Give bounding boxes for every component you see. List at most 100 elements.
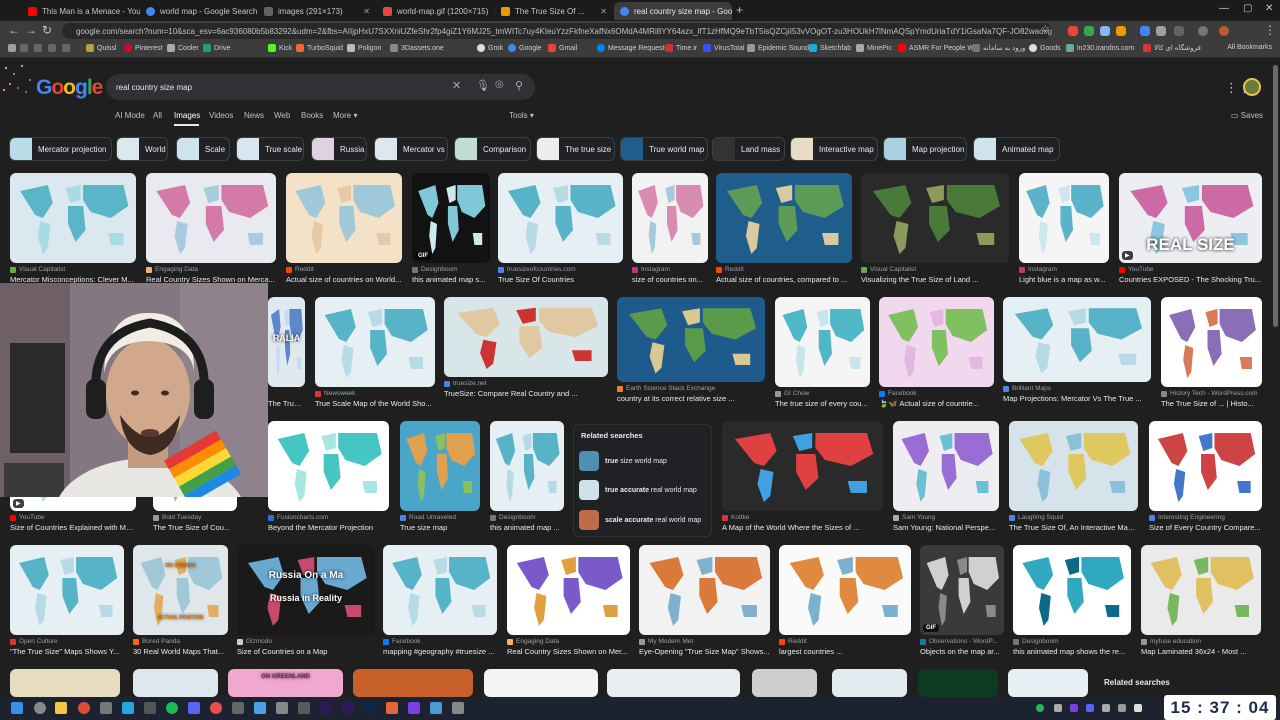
result-thumbnail[interactable]: Russia On a Ma Russia in Reality	[237, 545, 375, 635]
apps-icon[interactable]	[8, 44, 16, 52]
result-title[interactable]: Size of Countries on a Map	[237, 647, 375, 656]
image-result[interactable]: Engaging Data Real Country Sizes Shown on…	[146, 173, 276, 289]
chip-map-projection[interactable]: Map projection	[883, 137, 967, 161]
image-result[interactable]: GIF Designboom this animated map s...	[412, 173, 490, 289]
result-source[interactable]: Observations - WordP...	[920, 638, 1004, 645]
minimize-icon[interactable]: —	[1219, 3, 1229, 14]
result-source[interactable]: Gizmodo	[237, 638, 375, 645]
image-result[interactable]: Engaging Data Real Country Sizes Shown on…	[507, 545, 630, 661]
saves-button[interactable]: ▭ Saves	[1231, 111, 1263, 120]
result-thumbnail[interactable]	[1141, 545, 1261, 635]
result-thumbnail[interactable]	[146, 173, 276, 263]
chip-mercator-vs[interactable]: Mercator vs	[374, 137, 448, 161]
result-thumbnail[interactable]	[353, 669, 473, 697]
account-avatar-icon[interactable]	[1219, 26, 1229, 36]
app-icon[interactable]	[430, 702, 442, 714]
result-source[interactable]: Interesting Engineering	[1149, 514, 1262, 521]
result-thumbnail[interactable]	[490, 421, 564, 511]
bookmark-grok[interactable]: Grok	[477, 44, 503, 52]
result-title[interactable]: Size of Every Country Compare...	[1149, 523, 1262, 532]
star-icon[interactable]: ☆	[1041, 24, 1050, 35]
result-title[interactable]: TrueSize: Compare Real Country and ...	[444, 389, 608, 398]
result-title[interactable]: largest countries ...	[779, 647, 911, 656]
bookmark-icon[interactable]	[34, 44, 42, 52]
tab-real-country-size[interactable]: real country size map - Googl ✕	[614, 2, 732, 20]
extension-icon[interactable]	[1100, 26, 1110, 36]
blender-icon[interactable]	[386, 702, 398, 714]
tray-icon[interactable]	[1036, 704, 1044, 712]
image-result[interactable]: Facebook mapping #geography #truesize ...	[383, 545, 497, 661]
result-source[interactable]: Kottke	[722, 514, 883, 521]
bookmark-icon[interactable]	[62, 44, 70, 52]
chip-land-mass[interactable]: Land mass	[712, 137, 785, 161]
tab-more[interactable]: More ▾	[333, 111, 357, 120]
result-source[interactable]: History Tech - WordPress.com	[1161, 390, 1262, 397]
bookmark-sketchfab[interactable]: Sketchfab	[809, 44, 851, 52]
close-icon[interactable]: ✕	[363, 7, 370, 16]
result-thumbnail[interactable]: GIF	[920, 545, 1004, 635]
result-thumbnail[interactable]	[10, 545, 124, 635]
result-thumbnail[interactable]	[1009, 421, 1138, 511]
result-source[interactable]: Laughing Squid	[1009, 514, 1138, 521]
avatar[interactable]	[1243, 78, 1261, 96]
tools-button[interactable]: Tools ▾	[509, 111, 534, 120]
app-icon[interactable]	[276, 702, 288, 714]
discord-icon[interactable]	[188, 702, 200, 714]
result-source[interactable]: YouTube	[1119, 266, 1262, 273]
result-source[interactable]: Visual Capitalist	[10, 266, 136, 273]
result-thumbnail[interactable]	[775, 297, 870, 387]
image-result[interactable]: Instagram Light blue is a map as w...	[1019, 173, 1109, 289]
telegram-icon[interactable]	[122, 702, 134, 714]
image-result[interactable]: Reddit Actual size of countries on World.…	[286, 173, 402, 289]
related-search-item[interactable]: scale accurate real world map	[579, 510, 701, 530]
extension-icon[interactable]	[1156, 26, 1166, 36]
result-source[interactable]: Engaging Data	[507, 638, 630, 645]
image-result[interactable]: RALIA The True ...	[268, 297, 305, 413]
extension-icon[interactable]	[1116, 26, 1126, 36]
result-source[interactable]: Designboom	[412, 266, 490, 273]
app-icon[interactable]	[452, 702, 464, 714]
result-thumbnail[interactable]	[268, 421, 389, 511]
result-title[interactable]: "The True Size" Maps Shows Y...	[10, 647, 124, 656]
tab-world-map-gif[interactable]: world-map.gif (1200×715) ✕	[377, 2, 495, 20]
new-tab-button[interactable]: +	[736, 3, 743, 17]
bookmark-minepic[interactable]: MinePic	[856, 44, 892, 52]
image-result[interactable]: My Modern Met Eye-Opening "True Size Map"…	[639, 545, 770, 661]
image-result[interactable]: GIF Observations - WordP... Objects on the…	[920, 545, 1004, 661]
bookmark-gmail[interactable]: Gmail	[548, 44, 577, 52]
result-thumbnail[interactable]: RALIA	[268, 297, 305, 387]
tray-icon[interactable]	[1070, 704, 1078, 712]
result-source[interactable]: Designboom	[1013, 638, 1131, 645]
bookmark-icon[interactable]	[48, 44, 56, 52]
image-result[interactable]: Newsweek True Scale Map of the World Sho.…	[315, 297, 435, 413]
app-icon[interactable]	[408, 702, 420, 714]
image-result[interactable]: Road Unraveled True size map	[400, 421, 480, 537]
result-title[interactable]: Countries EXPOSED - The Shocking Tru...	[1119, 275, 1262, 284]
spotify-icon[interactable]	[166, 702, 178, 714]
result-source[interactable]: Newsweek	[315, 390, 435, 397]
result-title[interactable]: True Scale Map of the World Sho...	[315, 399, 435, 408]
page-scrollbar[interactable]	[1273, 65, 1278, 327]
tray-icon[interactable]	[1086, 704, 1094, 712]
result-source[interactable]: Facebook	[879, 390, 994, 397]
tab-books[interactable]: Books	[301, 111, 323, 120]
result-source[interactable]: GI Chow	[775, 390, 870, 397]
bookmark-kick[interactable]: Kick	[268, 44, 292, 52]
result-title[interactable]: The True ...	[268, 399, 305, 408]
bookmark-cooler[interactable]: Cooler	[167, 44, 199, 52]
result-title[interactable]: Size of Countries Explained with Map...	[10, 523, 136, 532]
result-title[interactable]: A Map of the World Where the Sizes of ..…	[722, 523, 883, 532]
chip-russia[interactable]: Russia	[311, 137, 367, 161]
result-source[interactable]: Reddit	[716, 266, 852, 273]
tab-web[interactable]: Web	[274, 111, 290, 120]
result-source[interactable]: My Modern Met	[639, 638, 770, 645]
tab-youtube[interactable]: This Man is a Menace - YouTub ✕	[22, 2, 140, 20]
result-title[interactable]: True Size Of Countries	[498, 275, 623, 284]
result-thumbnail[interactable]	[286, 173, 402, 263]
microphone-icon[interactable]: 🎙	[476, 79, 490, 92]
after-effects-icon[interactable]	[320, 702, 332, 714]
chip-interactive-map[interactable]: Interactive map	[790, 137, 878, 161]
chip-scale[interactable]: Scale	[176, 137, 230, 161]
related-search-item[interactable]: true size world map	[579, 451, 667, 471]
result-source[interactable]: Road Unraveled	[400, 514, 480, 521]
